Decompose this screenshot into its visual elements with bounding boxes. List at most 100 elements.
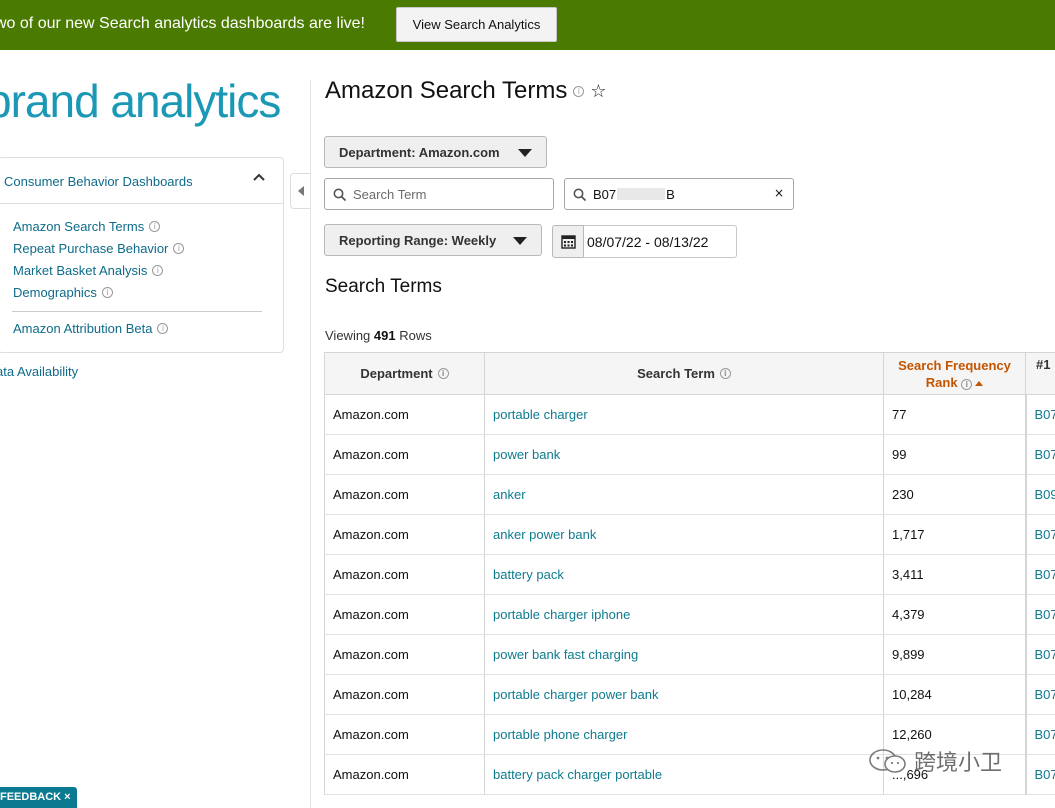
sidebar-item-demographics[interactable]: Demographics i (13, 285, 113, 300)
department-dropdown[interactable]: Department: Amazon.com (324, 136, 547, 168)
asin-link[interactable]: B07 (1035, 567, 1055, 582)
search-term-link[interactable]: portable charger power bank (493, 687, 659, 702)
department-cell: Amazon.com (333, 487, 409, 502)
caret-down-icon (518, 149, 532, 157)
rank-cell: 77 (892, 407, 907, 422)
table-cell: Amazon.com (324, 554, 485, 595)
clear-icon[interactable]: × (774, 186, 784, 200)
asin-link[interactable]: B09 (1035, 487, 1055, 502)
search-term-link[interactable]: power bank fast charging (493, 647, 638, 662)
table-cell: 99 (883, 434, 1027, 475)
brand-analytics-logo: brand analytics (0, 75, 281, 127)
search-term-link[interactable]: battery pack (493, 567, 564, 582)
table-cell: power bank (484, 434, 884, 475)
asin-link[interactable]: B07 (1035, 687, 1055, 702)
reporting-range-dropdown[interactable]: Reporting Range: Weekly (324, 224, 542, 256)
table-row: Amazon.com portable charger iphone 4,379 B0… (324, 594, 1055, 635)
date-range-field[interactable]: 08/07/22 - 08/13/22 (583, 225, 737, 258)
asin-link[interactable]: B07 (1035, 767, 1055, 782)
table-cell: portable phone charger (484, 714, 884, 755)
search-term-link[interactable]: portable charger iphone (493, 607, 630, 622)
search-term-link[interactable]: anker (493, 487, 526, 502)
watermark-text: 跨境小卫 (914, 750, 1003, 775)
asin-link[interactable]: B07 (1035, 607, 1055, 622)
table-cell: Amazon.com (324, 674, 485, 715)
search-term-input[interactable]: Search Term (324, 178, 554, 210)
table-cell: battery pack charger portable (484, 754, 884, 795)
section-title: Search Terms (325, 276, 442, 297)
column-header-clicked-asin[interactable]: #1 (1025, 352, 1055, 395)
table-row: Amazon.com portable charger power bank 10,… (324, 674, 1055, 715)
asin-link[interactable]: B07 (1035, 527, 1055, 542)
search-term-placeholder: Search Term (353, 186, 427, 202)
row-count-prefix: Viewing (325, 328, 371, 343)
redacted-text (617, 188, 666, 200)
sidebar-section-title[interactable]: Consumer Behavior Dashboards (4, 174, 193, 189)
search-term-link[interactable]: portable phone charger (493, 727, 627, 742)
info-icon[interactable]: i (961, 378, 973, 390)
star-icon[interactable]: ☆ (590, 81, 606, 102)
data-availability-link[interactable]: ata Availability (0, 364, 78, 379)
asin-search-input[interactable]: B07 B × (564, 178, 794, 210)
asin-value-start: B07 (593, 186, 617, 202)
info-icon[interactable]: i (437, 368, 449, 379)
search-term-link[interactable]: battery pack charger portable (493, 767, 662, 782)
table-cell: portable charger iphone (484, 594, 884, 635)
search-icon (573, 188, 587, 205)
table-cell: Amazon.com (324, 594, 485, 635)
asin-link[interactable]: B07 (1035, 727, 1055, 742)
table-cell: B09 (1025, 474, 1055, 515)
asin-link[interactable]: B07 (1035, 407, 1055, 422)
reporting-range-label: Reporting Range: Weekly (339, 232, 497, 248)
rank-cell: 230 (892, 487, 914, 502)
rank-cell: 12,260 (892, 727, 932, 742)
table-cell: B07 (1025, 394, 1055, 435)
column-header-department[interactable]: Department i (324, 352, 485, 395)
feedback-button[interactable]: FEEDBACK × (0, 787, 77, 808)
department-cell: Amazon.com (333, 567, 409, 582)
chevron-up-icon[interactable] (251, 170, 267, 186)
page-title: Amazon Search Terms i ☆ (325, 77, 606, 105)
table-cell: B07 (1025, 514, 1055, 555)
caret-down-icon (513, 237, 527, 245)
asin-link[interactable]: B07 (1035, 647, 1055, 662)
table-cell: power bank fast charging (484, 634, 884, 675)
watermark: 跨境小卫 (868, 745, 1002, 777)
view-search-analytics-button[interactable]: View Search Analytics (396, 7, 557, 42)
page-title-text: Amazon Search Terms (325, 77, 568, 104)
info-icon[interactable]: i (573, 85, 585, 97)
caret-left-icon (297, 186, 304, 196)
divider (0, 203, 284, 204)
info-icon[interactable]: i (149, 221, 161, 232)
table-cell: Amazon.com (324, 634, 485, 675)
table-cell: 1,717 (883, 514, 1027, 555)
table-cell: 230 (883, 474, 1027, 515)
calendar-button[interactable] (552, 225, 584, 258)
sidebar-item-market-basket[interactable]: Market Basket Analysis i (13, 263, 164, 278)
sidebar-item-amazon-attribution[interactable]: Amazon Attribution Beta i (13, 321, 169, 336)
info-icon[interactable]: i (157, 323, 169, 334)
column-header-search-term[interactable]: Search Term i (484, 352, 884, 395)
row-count-suffix: Rows (399, 328, 432, 343)
info-icon[interactable]: i (173, 243, 185, 254)
info-icon[interactable]: i (101, 287, 113, 298)
sort-ascending-icon (975, 380, 984, 386)
search-term-link[interactable]: power bank (493, 447, 560, 462)
table-cell: Amazon.com (324, 474, 485, 515)
info-icon[interactable]: i (719, 368, 731, 379)
column-header-search-frequency-rank[interactable]: Search Frequency Rank i (883, 352, 1026, 395)
asin-value-end: B (666, 186, 675, 202)
asin-link[interactable]: B07 (1035, 447, 1055, 462)
table-row: Amazon.com portable charger 77 B07 (324, 394, 1055, 435)
table-cell: 10,284 (883, 674, 1027, 715)
search-term-link[interactable]: anker power bank (493, 527, 596, 542)
collapse-sidebar-button[interactable] (290, 173, 310, 209)
search-term-link[interactable]: portable charger (493, 407, 588, 422)
table-cell: B07 (1025, 754, 1055, 795)
table-cell: Amazon.com (324, 434, 485, 475)
sidebar-item-repeat-purchase[interactable]: Repeat Purchase Behavior i (13, 241, 185, 256)
info-icon[interactable]: i (152, 265, 164, 276)
search-icon (333, 188, 347, 205)
sidebar-item-amazon-search-terms[interactable]: Amazon Search Terms i (13, 219, 161, 234)
table-cell: B07 (1025, 714, 1055, 755)
